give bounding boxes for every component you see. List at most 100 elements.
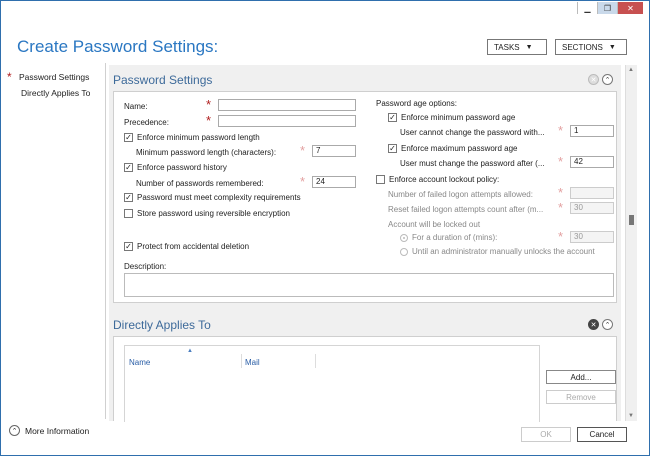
enforce-history-checkbox[interactable]: ✓ xyxy=(124,163,133,172)
max-age-sub-label: User must change the password after (... xyxy=(400,159,545,168)
chevron-up-icon: ⌃ xyxy=(9,425,20,436)
protect-deletion-checkbox[interactable]: ✓ xyxy=(124,242,133,251)
enforce-min-length-checkbox[interactable]: ✓ xyxy=(124,133,133,142)
collapse-icon[interactable]: ⌃ xyxy=(602,319,613,330)
name-label: Name: xyxy=(124,102,148,111)
enforce-min-length-label: Enforce minimum password length xyxy=(137,133,260,142)
min-length-input[interactable]: 7 xyxy=(312,145,356,157)
close-button[interactable]: ✕ xyxy=(617,2,643,14)
applies-to-panel: ▲ Name Mail Add... Remove xyxy=(113,336,617,422)
history-input[interactable]: 24 xyxy=(312,176,356,188)
nav-item-label: Password Settings xyxy=(19,72,90,82)
scroll-thumb[interactable] xyxy=(629,215,634,225)
remove-section-icon[interactable]: ✕ xyxy=(588,319,599,330)
max-age-input[interactable]: 42 xyxy=(570,156,614,168)
complexity-label: Password must meet complexity requiremen… xyxy=(137,193,301,202)
history-label: Number of passwords remembered: xyxy=(136,179,264,188)
required-asterisk-icon: * xyxy=(558,200,564,215)
precedence-label: Precedence: xyxy=(124,118,169,127)
restore-button[interactable]: ❐ xyxy=(597,2,617,14)
required-asterisk-icon: * xyxy=(206,113,212,128)
required-asterisk-icon: * xyxy=(558,154,564,169)
section-title: Directly Applies To xyxy=(113,318,211,332)
section-nav: * Password Settings Directly Applies To xyxy=(7,69,105,101)
footer-bar: ⌃ More Information OK Cancel xyxy=(1,421,649,455)
cancel-button[interactable]: Cancel xyxy=(577,427,627,442)
required-asterisk-icon: * xyxy=(300,143,306,158)
remove-section-icon[interactable]: ✕ xyxy=(588,74,599,85)
min-age-sub-label: User cannot change the password with... xyxy=(400,128,545,137)
page-title: Create Password Settings: xyxy=(17,37,219,56)
until-admin-radio[interactable] xyxy=(400,248,408,256)
duration-label: For a duration of (mins): xyxy=(412,233,498,242)
locked-out-label: Account will be locked out xyxy=(388,220,481,229)
tasks-button[interactable]: TASKS ▼ xyxy=(487,39,547,55)
enforce-max-age-label: Enforce maximum password age xyxy=(401,144,518,153)
reversible-encryption-label: Store password using reversible encrypti… xyxy=(137,209,290,218)
reset-count-input[interactable]: 30 xyxy=(570,202,614,214)
reset-count-label: Reset failed logon attempts count after … xyxy=(388,205,544,214)
content-area: Password Settings ✕ ⌃ Name: * Precedence… xyxy=(109,65,621,422)
required-asterisk-icon: * xyxy=(558,123,564,138)
scroll-up-icon[interactable]: ▲ xyxy=(628,67,634,73)
collapse-icon[interactable]: ⌃ xyxy=(602,74,613,85)
required-asterisk-icon: * xyxy=(300,174,306,189)
enforce-min-age-checkbox[interactable]: ✓ xyxy=(388,113,397,122)
column-divider xyxy=(315,354,316,368)
password-settings-panel: Name: * Precedence: * ✓ Enforce minimum … xyxy=(113,91,617,303)
section-icons: ✕ ⌃ xyxy=(588,319,613,330)
min-length-label: Minimum password length (characters): xyxy=(136,148,277,157)
duration-radio[interactable] xyxy=(400,234,408,242)
section-title: Password Settings xyxy=(113,73,213,87)
password-settings-heading: Password Settings ✕ ⌃ xyxy=(113,69,617,91)
min-age-input[interactable]: 1 xyxy=(570,125,614,137)
precedence-input[interactable] xyxy=(218,115,356,127)
remove-button[interactable]: Remove xyxy=(546,390,616,404)
failed-attempts-input[interactable] xyxy=(570,187,614,199)
more-information-toggle[interactable]: ⌃ More Information xyxy=(9,425,89,436)
nav-item-label: Directly Applies To xyxy=(21,88,91,98)
sections-button[interactable]: SECTIONS ▼ xyxy=(555,39,627,55)
column-divider xyxy=(241,354,242,368)
window-controls: ▁ ❐ ✕ xyxy=(577,2,643,14)
description-label: Description: xyxy=(124,262,167,271)
ok-button[interactable]: OK xyxy=(521,427,571,442)
lockout-policy-label: Enforce account lockout policy: xyxy=(389,175,500,184)
more-information-label: More Information xyxy=(25,425,90,436)
required-asterisk-icon: * xyxy=(558,229,564,244)
reversible-encryption-checkbox[interactable] xyxy=(124,209,133,218)
enforce-max-age-checkbox[interactable]: ✓ xyxy=(388,144,397,153)
caret-down-icon: ▼ xyxy=(608,43,616,51)
caret-down-icon: ▼ xyxy=(525,43,533,51)
enforce-min-age-label: Enforce minimum password age xyxy=(401,113,516,122)
nav-divider xyxy=(105,63,106,419)
failed-attempts-label: Number of failed logon attempts allowed: xyxy=(388,190,533,199)
sort-ascending-icon: ▲ xyxy=(187,348,193,354)
vertical-scrollbar[interactable]: ▲ ▼ xyxy=(625,65,637,421)
until-admin-label: Until an administrator manually unlocks … xyxy=(412,247,595,256)
column-header-name[interactable]: Name xyxy=(129,358,150,367)
protect-deletion-label: Protect from accidental deletion xyxy=(137,242,250,251)
tasks-label: TASKS xyxy=(494,42,520,52)
add-button[interactable]: Add... xyxy=(546,370,616,384)
scroll-down-icon[interactable]: ▼ xyxy=(628,413,634,419)
applies-to-heading: Directly Applies To ✕ ⌃ xyxy=(113,314,617,336)
description-textarea[interactable] xyxy=(124,273,614,297)
create-password-settings-window: ▁ ❐ ✕ Create Password Settings: TASKS ▼ … xyxy=(0,0,650,456)
section-icons: ✕ ⌃ xyxy=(588,74,613,85)
applies-to-list[interactable]: ▲ Name Mail xyxy=(124,345,540,422)
nav-item-password-settings[interactable]: * Password Settings xyxy=(7,69,105,85)
duration-input[interactable]: 30 xyxy=(570,231,614,243)
sections-label: SECTIONS xyxy=(562,42,603,52)
age-options-label: Password age options: xyxy=(376,99,457,108)
required-asterisk-icon: * xyxy=(206,97,212,112)
complexity-checkbox[interactable]: ✓ xyxy=(124,193,133,202)
lockout-policy-checkbox[interactable] xyxy=(376,175,385,184)
minimize-button[interactable]: ▁ xyxy=(577,2,597,14)
column-header-mail[interactable]: Mail xyxy=(245,358,260,367)
required-asterisk-icon: * xyxy=(558,185,564,200)
required-asterisk-icon: * xyxy=(7,70,12,84)
nav-item-directly-applies-to[interactable]: Directly Applies To xyxy=(7,85,105,101)
enforce-history-label: Enforce password history xyxy=(137,163,227,172)
name-input[interactable] xyxy=(218,99,356,111)
